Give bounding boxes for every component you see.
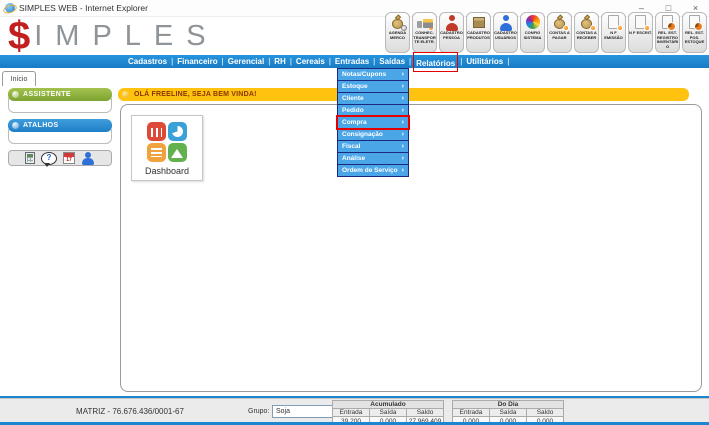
person-blue-icon: [497, 14, 515, 31]
column-header: Saldo: [527, 409, 564, 417]
do-dia-title: Do Dia: [453, 401, 564, 409]
assistente-panel: ASSISTENTE: [8, 88, 112, 113]
agenda-merc-button[interactable]: AGENDA MERCO: [385, 12, 410, 53]
help-balloon-icon[interactable]: ?: [41, 152, 57, 165]
config-sistema-button[interactable]: CONFIG SISTEMA: [520, 12, 545, 53]
calendar-icon[interactable]: 17: [63, 152, 75, 164]
nf-emissao-button[interactable]: N F EMISSÃO: [601, 12, 626, 53]
menu-relatorios[interactable]: Relatórios: [416, 59, 455, 68]
welcome-message: OLÁ FREELINE, SEJA BEM VINDA!: [134, 91, 257, 98]
menu-cadastros[interactable]: Cadastros: [128, 57, 167, 66]
submenu-arrow-icon: ›: [402, 155, 404, 162]
sidebar-icon-bar: ? 17: [8, 150, 112, 166]
logo-dollar-icon: $: [8, 18, 30, 54]
submenu-arrow-icon: ›: [402, 167, 404, 174]
relatorios-dropdown: Notas/Cupons › Estoque › Cliente › Pedid…: [337, 68, 409, 177]
internet-explorer-icon: [5, 3, 15, 13]
submenu-arrow-icon: ›: [402, 131, 404, 138]
pie-report-icon: [659, 14, 677, 31]
submenu-arrow-icon: ›: [402, 107, 404, 114]
dashboard-tile[interactable]: Dashboard: [131, 115, 203, 181]
menu-entradas[interactable]: Entradas: [335, 57, 369, 66]
rel-est-pos-estoque-button[interactable]: REL. EST. POS. ESTOQUE: [682, 12, 707, 53]
window-title: SIMPLES WEB - Internet Explorer: [19, 3, 148, 13]
content-panel: Dashboard: [120, 104, 702, 392]
dashboard-icon: [147, 122, 187, 162]
contas-a-receber-button[interactable]: CONTAS A RECEBER: [574, 12, 599, 53]
panel-dot-icon: [12, 91, 19, 98]
app-window: SIMPLES WEB - Internet Explorer – □ × $ …: [0, 0, 709, 425]
logo-text: IMPLES: [34, 20, 218, 53]
assistente-header[interactable]: ASSISTENTE: [8, 88, 112, 101]
box-icon: [470, 14, 488, 31]
pie-report-icon: [686, 14, 704, 31]
submenu-arrow-icon: ›: [402, 95, 404, 102]
quick-access-toolbar: AGENDA MERCO CONHEC. TRANSPORTE ELETR. C…: [385, 12, 707, 53]
cadastro-produtos-button[interactable]: CADASTRO PRODUTOS: [466, 12, 491, 53]
dropdown-item-ordem-de-servico[interactable]: Ordem de Serviço ›: [337, 164, 409, 177]
moneybag-clock-icon: [389, 14, 407, 31]
tab-inicio[interactable]: Início: [2, 71, 36, 86]
column-header: Saldo: [407, 409, 444, 417]
dropdown-item-compra[interactable]: Compra ›: [337, 116, 409, 129]
contas-a-pagar-button[interactable]: CONTAS A PAGAR: [547, 12, 572, 53]
atalhos-header[interactable]: ATALHOS: [8, 119, 112, 132]
atalhos-panel: ATALHOS: [8, 119, 112, 144]
menu-utilitarios[interactable]: Utilitários: [466, 57, 503, 66]
menu-rh[interactable]: RH: [274, 57, 286, 66]
column-header: Saída: [490, 409, 527, 417]
conhec-transporte-button[interactable]: CONHEC. TRANSPORTE ELETR.: [412, 12, 437, 53]
statusbar: MATRIZ - 76.676.436/0001-67 Grupo: Soja …: [0, 398, 709, 422]
user-icon[interactable]: [81, 152, 95, 165]
submenu-arrow-icon: ›: [402, 119, 404, 126]
menu-gerencial[interactable]: Gerencial: [228, 57, 264, 66]
grupo-label: Grupo:: [248, 408, 269, 415]
document-up-icon: [632, 14, 650, 31]
menu-financeiro[interactable]: Financeiro: [177, 57, 217, 66]
moneybag-plus-icon: [551, 14, 569, 31]
app-logo: $ IMPLES: [8, 17, 219, 55]
column-header: Entrada: [333, 409, 370, 417]
rel-est-registro-inventario-button[interactable]: REL. EST. REGISTRO INVENTÁRIO: [655, 12, 680, 53]
submenu-arrow-icon: ›: [402, 71, 404, 78]
panel-dot-icon: [12, 122, 19, 129]
nf-escrit-button[interactable]: N F ESCRIT.: [628, 12, 653, 53]
color-wheel-icon: [524, 14, 542, 31]
truck-icon: [416, 14, 434, 31]
cadastro-usuarios-button[interactable]: CADASTRO USUÁRIOS: [493, 12, 518, 53]
person-red-icon: [443, 14, 461, 31]
menu-cereais[interactable]: Cereais: [296, 57, 325, 66]
document-down-icon: [605, 14, 623, 31]
dashboard-label: Dashboard: [145, 166, 189, 176]
relatorios-highlight-box: Relatórios: [413, 52, 458, 72]
menu-saidas[interactable]: Saídas: [379, 57, 405, 66]
column-header: Entrada: [453, 409, 490, 417]
moneybag-plus-icon: [578, 14, 596, 31]
acumulado-title: Acumulado: [333, 401, 444, 409]
company-id: MATRIZ - 76.676.436/0001-67: [40, 407, 220, 416]
cadastro-pessoa-button[interactable]: CADASTRO PESSOA: [439, 12, 464, 53]
welcome-dot-icon: [122, 91, 129, 98]
main-menubar: Cadastros | Financeiro | Gerencial | RH …: [0, 55, 709, 68]
submenu-arrow-icon: ›: [402, 143, 404, 150]
calculator-icon[interactable]: [25, 152, 35, 164]
column-header: Saída: [370, 409, 407, 417]
submenu-arrow-icon: ›: [402, 83, 404, 90]
grupo-selected-value: Soja: [273, 408, 336, 415]
